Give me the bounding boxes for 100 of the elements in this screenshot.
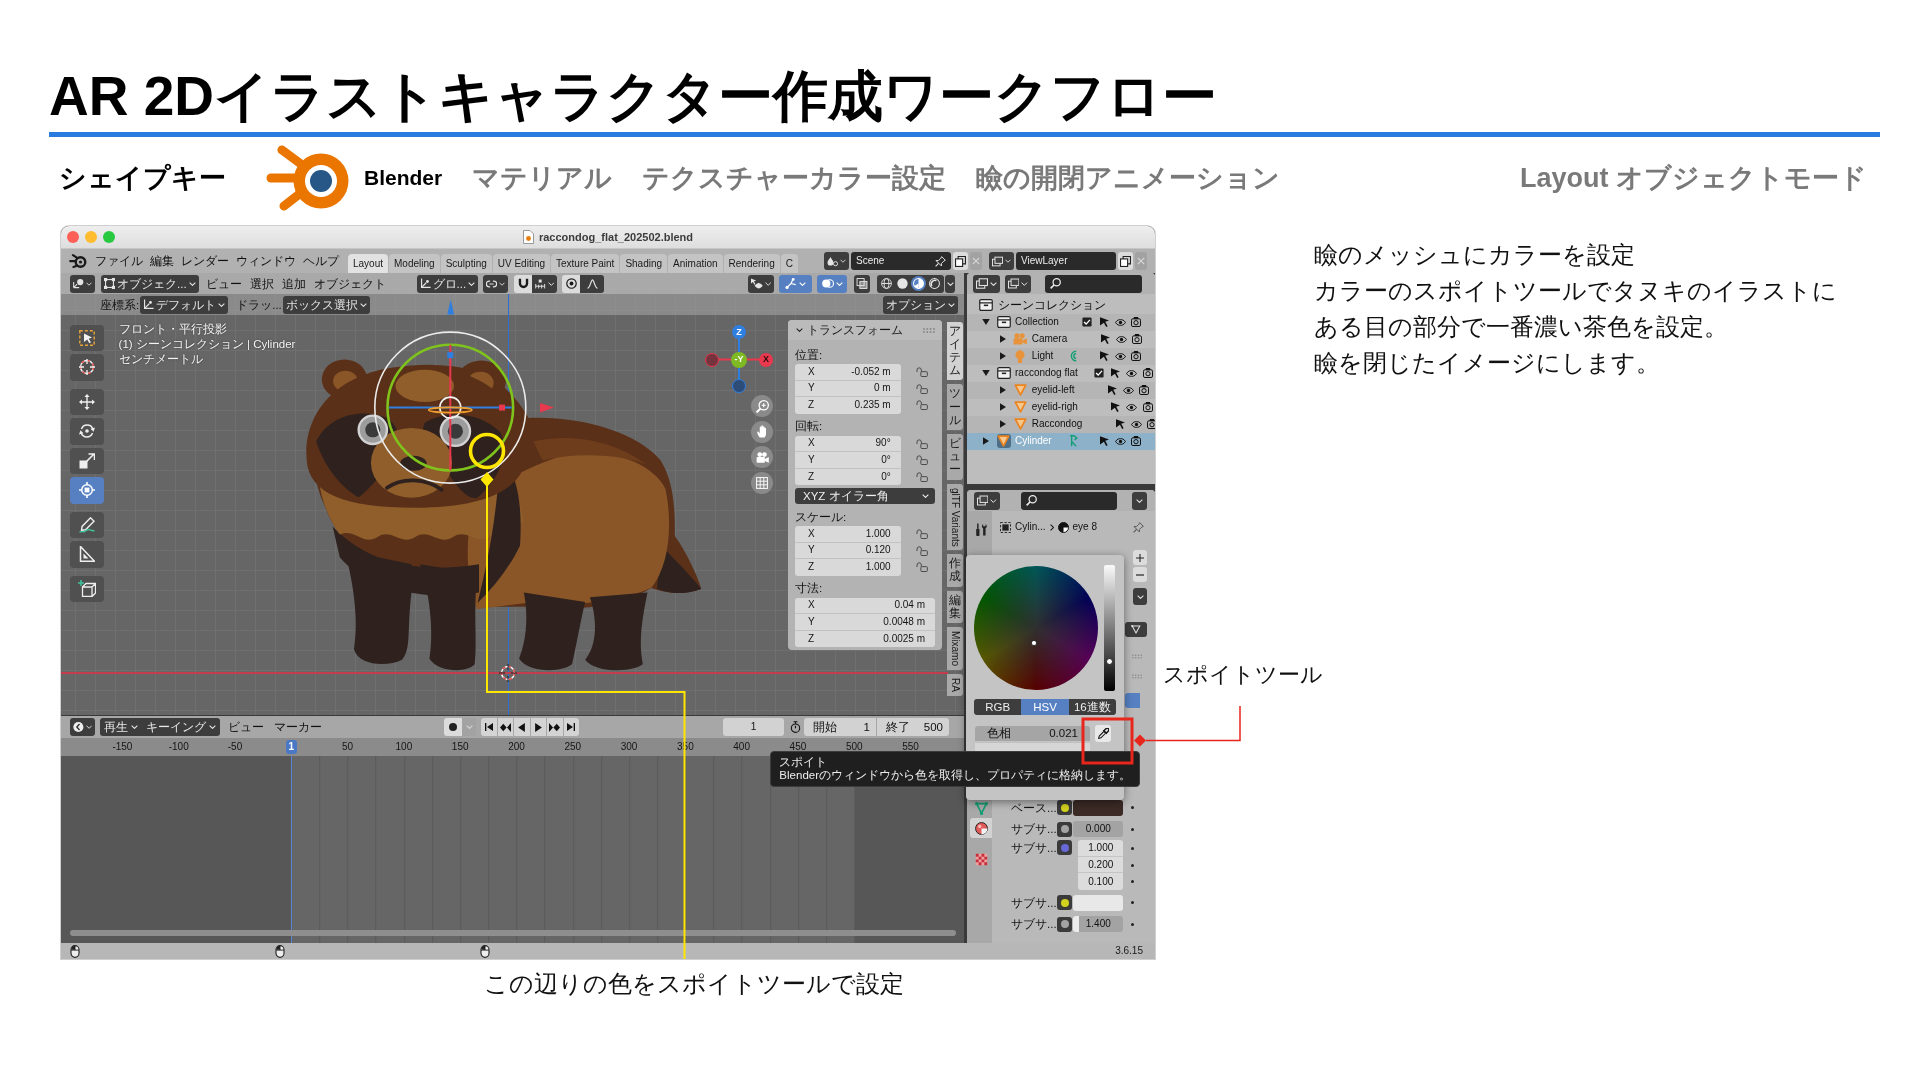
panel-header[interactable]: トランスフォーム [788, 320, 942, 340]
sidebar-tab[interactable]: ツール [947, 384, 963, 430]
perspective-button[interactable] [751, 471, 773, 494]
number-field[interactable]: 1.000 [1078, 840, 1124, 857]
options-dropdown[interactable]: オプション [883, 295, 958, 314]
menu-item[interactable]: ヘルプ [299, 254, 342, 268]
outliner-row[interactable]: eyelid-left [967, 381, 1155, 399]
axis-handle[interactable] [705, 352, 719, 367]
socket-button[interactable] [1057, 895, 1072, 911]
start-frame-field[interactable]: 開始 1 [804, 718, 876, 736]
lock-icon[interactable] [915, 529, 928, 540]
sidebar-tab[interactable]: 作成 [947, 554, 963, 587]
number-field[interactable]: Z 1.000 [795, 559, 901, 576]
outliner-row[interactable]: Raccondog [967, 415, 1155, 433]
options-button[interactable] [1132, 491, 1147, 510]
expand-arrow-icon[interactable] [982, 319, 990, 325]
keyframe-dot-icon[interactable] [1131, 846, 1135, 850]
orientation-dropdown[interactable]: グロ... [416, 274, 479, 293]
sidebar-tab[interactable]: glTF Variants [947, 483, 963, 551]
number-field[interactable]: Y 0° [795, 452, 901, 469]
keyframe-dot-icon[interactable] [1131, 863, 1135, 867]
sidebar-tab[interactable]: アイテム [947, 321, 963, 381]
pivot-dropdown[interactable] [483, 274, 509, 293]
number-field[interactable]: X -0.052 m [795, 364, 901, 381]
eye-icon[interactable] [1126, 369, 1138, 377]
workspace-tab[interactable]: Modeling [389, 254, 440, 273]
tool-button[interactable] [69, 575, 104, 602]
number-field[interactable]: 0.100 [1078, 873, 1124, 891]
expand-arrow-icon[interactable] [999, 352, 1006, 360]
camera-icon[interactable] [1131, 351, 1141, 361]
menu-item[interactable]: ビュー [223, 720, 269, 734]
next-keyframe-button[interactable] [547, 718, 563, 736]
sidebar-tab[interactable]: ビュー [947, 434, 963, 480]
rotation-mode-dropdown[interactable]: XYZ オイラー角 [795, 488, 935, 504]
camera-icon[interactable] [1131, 436, 1141, 446]
view-layer-field[interactable]: ViewLayer [1016, 252, 1116, 270]
eye-icon[interactable] [1126, 403, 1138, 411]
number-field[interactable]: X 1.000 [795, 526, 901, 543]
value-slider[interactable] [1104, 565, 1115, 691]
select-mode-dropdown[interactable]: ボックス選択 [282, 295, 370, 314]
lock-icon[interactable] [915, 367, 928, 378]
menu-item[interactable]: 選択 [245, 276, 278, 291]
outliner-row[interactable]: raccondog flat [967, 364, 1155, 382]
outliner-row[interactable]: Light [967, 347, 1155, 365]
play-reverse-button[interactable] [514, 718, 530, 736]
transform-orientation-dropdown[interactable]: デフォルト [140, 295, 229, 314]
properties-tab[interactable] [970, 818, 992, 838]
color-cursor-icon[interactable] [1031, 640, 1037, 646]
tool-button[interactable] [69, 511, 104, 538]
display-mode-button[interactable] [973, 274, 1000, 293]
tool-button[interactable] [69, 447, 104, 474]
checkbox[interactable] [1082, 317, 1092, 327]
play-button[interactable] [530, 718, 546, 736]
lock-icon[interactable] [915, 471, 928, 482]
navigation-gizmo[interactable]: Z -Y X [704, 322, 777, 397]
menu-dropdown[interactable]: 再生 [100, 718, 142, 736]
number-field[interactable]: 色相 0.021 [975, 725, 1090, 741]
socket-button[interactable] [1057, 800, 1072, 816]
workspace-tab[interactable]: UV Editing [492, 254, 550, 273]
mode-tab[interactable]: HSV [1021, 699, 1069, 715]
slider-thumb[interactable] [1106, 658, 1113, 666]
tool-button[interactable] [69, 418, 104, 445]
proportional-toggle[interactable] [562, 274, 581, 293]
menu-dropdown[interactable]: キーイング [142, 718, 220, 736]
mode-tab[interactable]: 16進数 [1068, 699, 1116, 715]
tool-button[interactable] [69, 324, 104, 351]
expand-arrow-icon[interactable] [983, 437, 989, 445]
eye-icon[interactable] [1130, 420, 1142, 428]
keyframe-dot-icon[interactable] [1131, 922, 1135, 926]
outliner-row[interactable]: Camera [967, 330, 1155, 348]
socket-button[interactable] [1057, 916, 1072, 932]
shading-button[interactable] [927, 276, 942, 291]
record-button[interactable] [444, 718, 462, 736]
axis-handle[interactable]: X [759, 352, 773, 367]
eye-icon[interactable] [1114, 352, 1126, 360]
menu-item[interactable]: ビュー [201, 276, 246, 291]
keyframe-dot-icon[interactable] [1131, 901, 1135, 905]
lock-icon[interactable] [915, 383, 928, 394]
checkbox[interactable] [1093, 368, 1104, 378]
number-field[interactable]: Z 0.235 m [795, 397, 901, 414]
lock-icon[interactable] [915, 400, 928, 411]
xray-toggle[interactable] [854, 274, 870, 293]
number-field[interactable]: 0.000 [1073, 821, 1124, 838]
mode-tab[interactable]: RGB [974, 699, 1022, 715]
editor-type-button[interactable] [70, 718, 95, 736]
camera-icon[interactable] [1131, 317, 1141, 327]
tool-button[interactable] [69, 388, 104, 415]
camera-icon[interactable] [1132, 334, 1143, 344]
camera-icon[interactable] [1147, 419, 1155, 429]
shading-button[interactable] [879, 276, 894, 291]
workspace-tab[interactable]: Animation [668, 254, 723, 273]
gizmo-toggle[interactable] [779, 274, 812, 293]
workspace-tab[interactable]: Texture Paint [551, 254, 620, 273]
lock-icon[interactable] [915, 438, 928, 449]
zoom-button[interactable] [751, 395, 773, 417]
socket-button[interactable] [1057, 821, 1072, 837]
tool-button[interactable] [69, 477, 104, 504]
eye-icon[interactable] [1123, 386, 1134, 394]
outliner-row[interactable]: Collection [967, 313, 1155, 331]
sidebar-tab[interactable]: Mixamo [947, 627, 963, 671]
